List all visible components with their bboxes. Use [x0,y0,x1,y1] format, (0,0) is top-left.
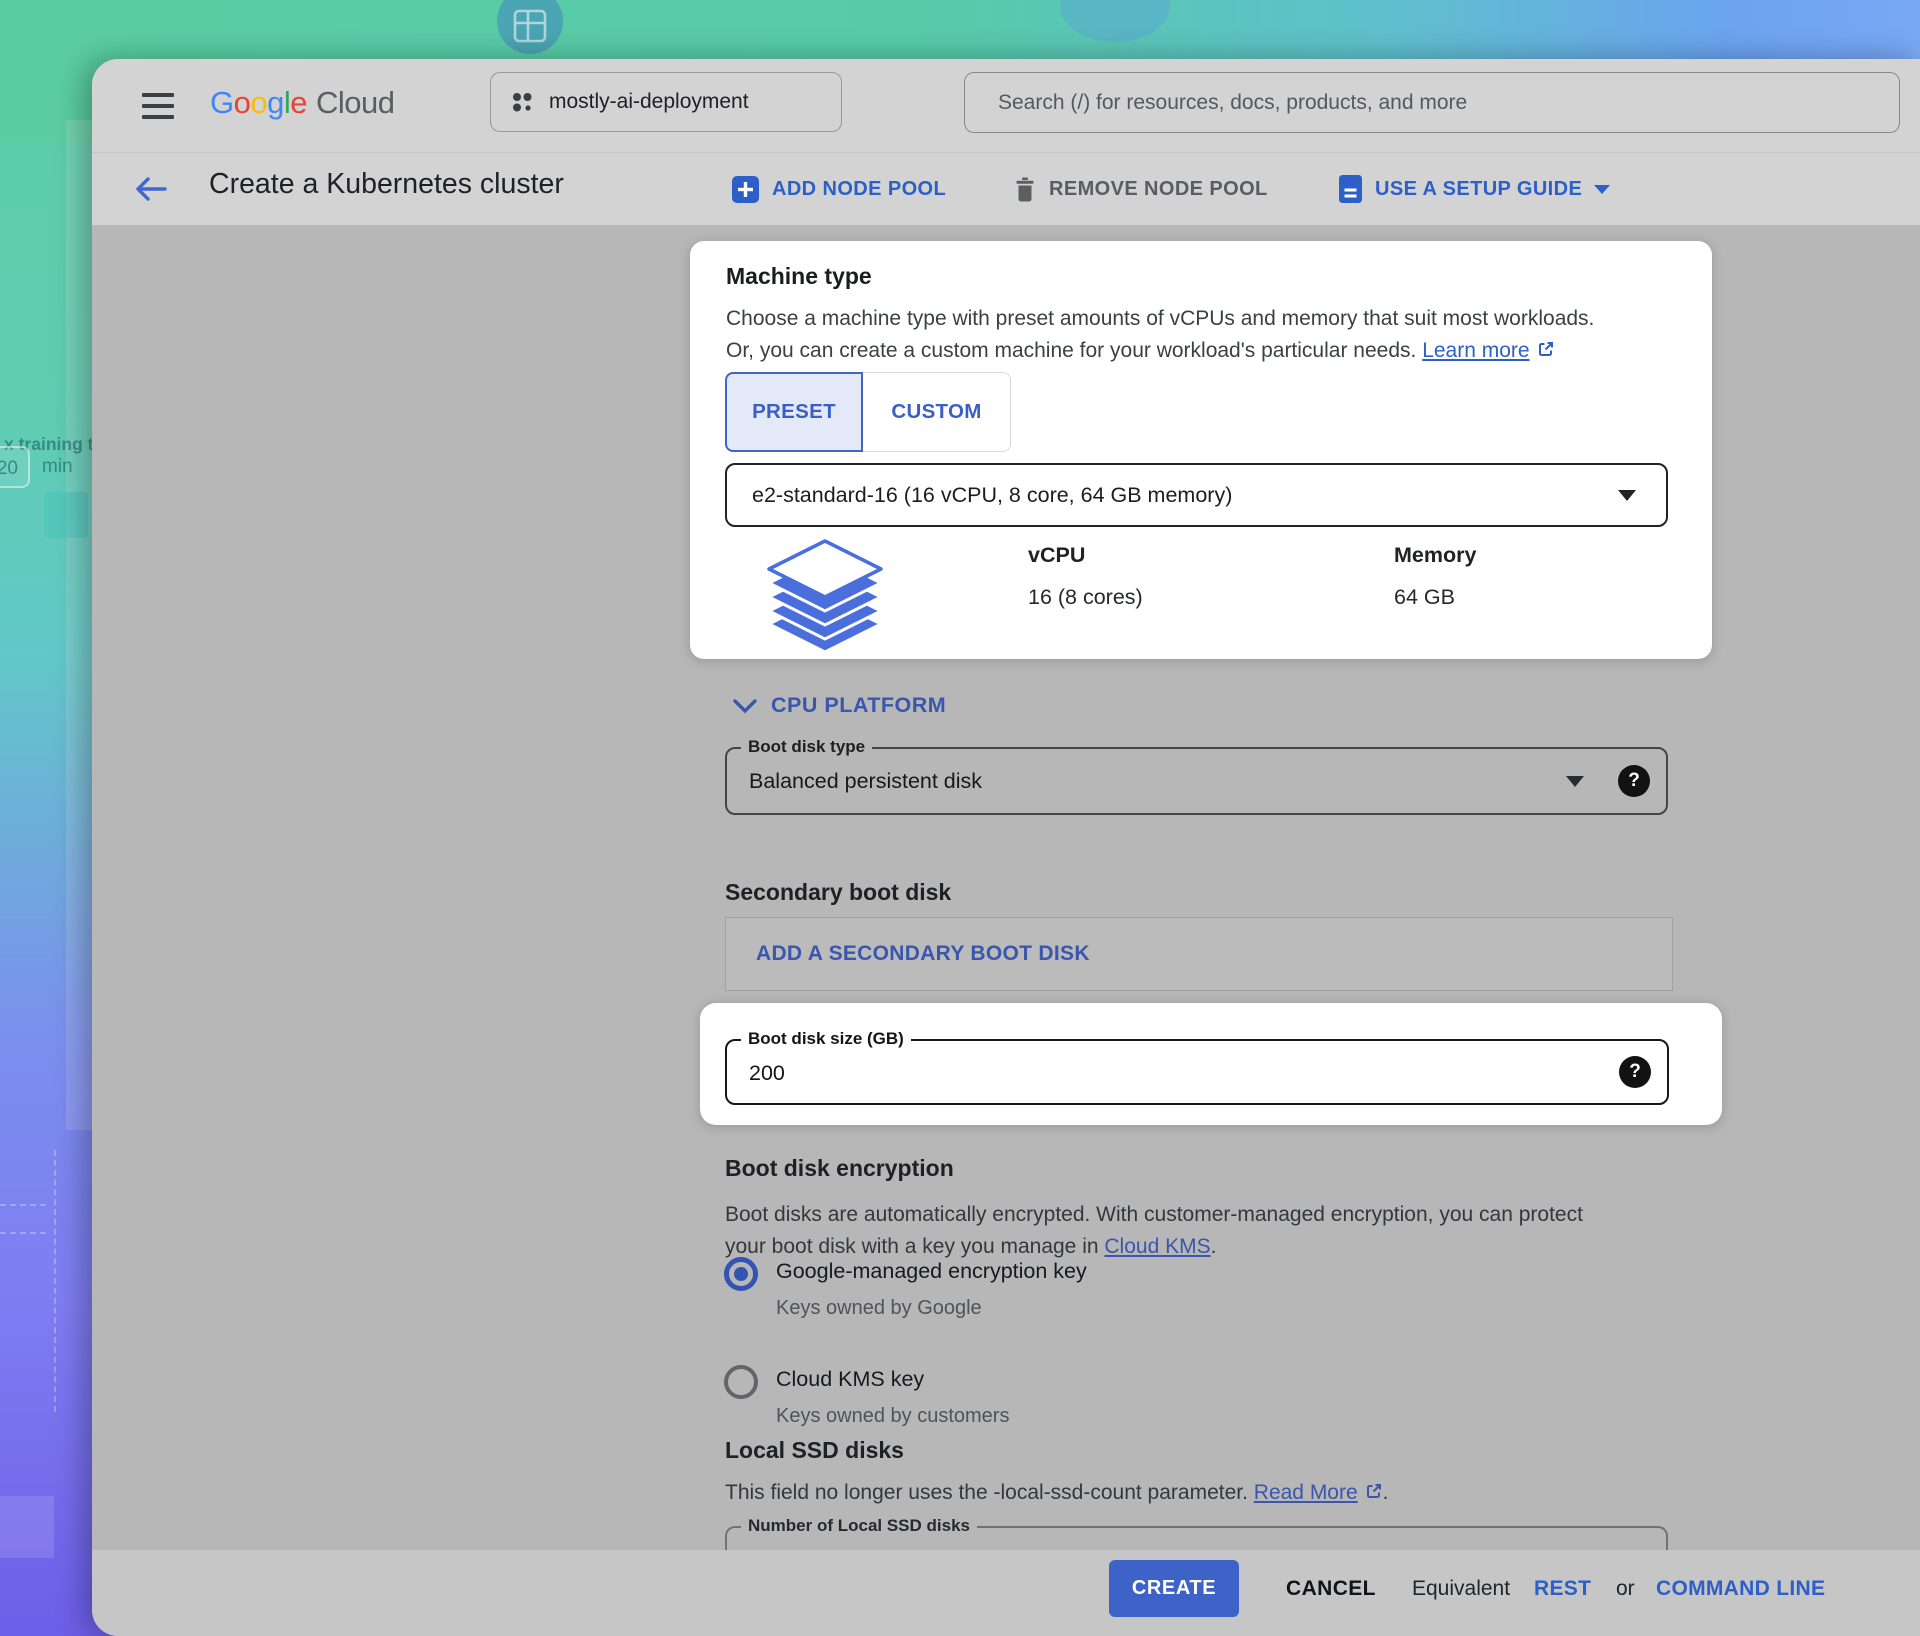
read-more-link[interactable]: Read More [1254,1481,1358,1504]
machine-type-tabs: PRESET CUSTOM [725,372,1011,452]
command-line-link[interactable]: COMMAND LINE [1656,1577,1825,1601]
document-icon [1339,175,1362,203]
google-wordmark: Google [210,85,307,120]
local-ssd-count-field[interactable]: Number of Local SSD disks [725,1526,1668,1550]
remove-node-pool-button[interactable]: REMOVE NODE POOL [1014,153,1268,225]
help-icon[interactable]: ? [1618,765,1650,797]
search-input[interactable] [965,73,1899,132]
project-name: mostly-ai-deployment [549,90,749,114]
background-dashed-line [54,1150,56,1412]
radio-icon [724,1257,758,1291]
memory-label: Memory [1394,543,1476,568]
boot-disk-type-select[interactable]: Boot disk type Balanced persistent disk … [725,747,1668,815]
cloud-wordmark: Cloud [316,85,395,120]
machine-type-title: Machine type [726,263,872,290]
machine-type-card: Machine type Choose a machine type with … [690,241,1712,659]
dropdown-caret-icon [1618,490,1636,501]
layers-icon [758,539,892,658]
trash-icon [1014,176,1036,203]
learn-more-link[interactable]: Learn more [1422,339,1529,362]
tab-custom[interactable]: CUSTOM [863,372,1011,452]
tab-preset[interactable]: PRESET [725,372,863,452]
rest-link[interactable]: REST [1534,1577,1591,1601]
machine-type-description: Choose a machine type with preset amount… [726,303,1666,369]
background-corner-patch [0,1496,54,1558]
add-icon [732,176,759,203]
boot-disk-size-card: Boot disk size (GB) ? [700,1003,1722,1125]
page-title: Create a Kubernetes cluster [209,168,564,201]
help-icon[interactable]: ? [1619,1056,1651,1088]
machine-type-select[interactable]: e2-standard-16 (16 vCPU, 8 core, 64 GB m… [725,463,1668,527]
secondary-boot-disk-title: Secondary boot disk [725,879,951,906]
radio-cloud-kms-key[interactable]: Cloud KMS key Keys owned by customers [724,1365,758,1399]
radio-icon [724,1365,758,1399]
boot-disk-encryption-title: Boot disk encryption [725,1155,954,1182]
background-dashed-line [0,1232,46,1234]
cancel-button[interactable]: CANCEL [1286,1577,1376,1601]
external-link-icon [1536,337,1555,369]
cloud-kms-link[interactable]: Cloud KMS [1104,1235,1210,1258]
google-cloud-logo: Google Cloud [210,85,395,121]
dropdown-caret-icon [1566,776,1584,787]
background-window-edge [66,120,92,1130]
boot-disk-encryption-description: Boot disks are automatically encrypted. … [725,1199,1583,1263]
local-ssd-title: Local SSD disks [725,1437,904,1464]
action-bar: CREATE CANCEL Equivalent REST or COMMAND… [92,1550,1920,1636]
add-node-pool-button[interactable]: ADD NODE POOL [732,153,946,225]
background-dashed-line [0,1204,46,1206]
vcpu-value: 16 (8 cores) [1028,585,1143,610]
background-peek-square [44,492,88,538]
top-app-bar: Google Cloud mostly-ai-deployment [92,59,1920,153]
memory-value: 64 GB [1394,585,1455,610]
vcpu-label: vCPU [1028,543,1085,568]
background-peek-unit: min [42,456,73,478]
boot-disk-type-value: Balanced persistent disk [749,749,982,813]
external-link-icon [1364,1479,1383,1511]
local-ssd-description: This field no longer uses the -local-ssd… [725,1477,1389,1511]
boot-disk-size-input[interactable] [727,1041,1522,1105]
boot-disk-size-label: Boot disk size (GB) [741,1029,911,1049]
chevron-down-icon [732,698,758,714]
add-secondary-boot-disk-button[interactable]: ADD A SECONDARY BOOT DISK [725,917,1673,991]
menu-icon[interactable] [142,93,174,119]
gcp-console-window: Google Cloud mostly-ai-deployment Create … [92,59,1920,1636]
project-selector[interactable]: mostly-ai-deployment [490,72,842,132]
equivalent-label: Equivalent [1412,1577,1510,1601]
radio-google-managed-key[interactable]: Google-managed encryption key Keys owned… [724,1257,758,1291]
local-ssd-count-label: Number of Local SSD disks [741,1516,977,1536]
boot-disk-size-field: Boot disk size (GB) ? [725,1039,1669,1105]
or-label: or [1616,1577,1635,1601]
chevron-down-icon [1594,185,1610,194]
back-arrow-icon[interactable] [134,175,168,203]
project-icon [511,90,535,114]
background-peek-value-box: 20 [0,446,30,488]
create-button[interactable]: CREATE [1109,1560,1239,1617]
setup-guide-button[interactable]: USE A SETUP GUIDE [1339,153,1610,225]
grid-icon [512,8,548,44]
cpu-platform-toggle[interactable]: CPU PLATFORM [732,693,946,718]
search-bar [964,72,1900,133]
